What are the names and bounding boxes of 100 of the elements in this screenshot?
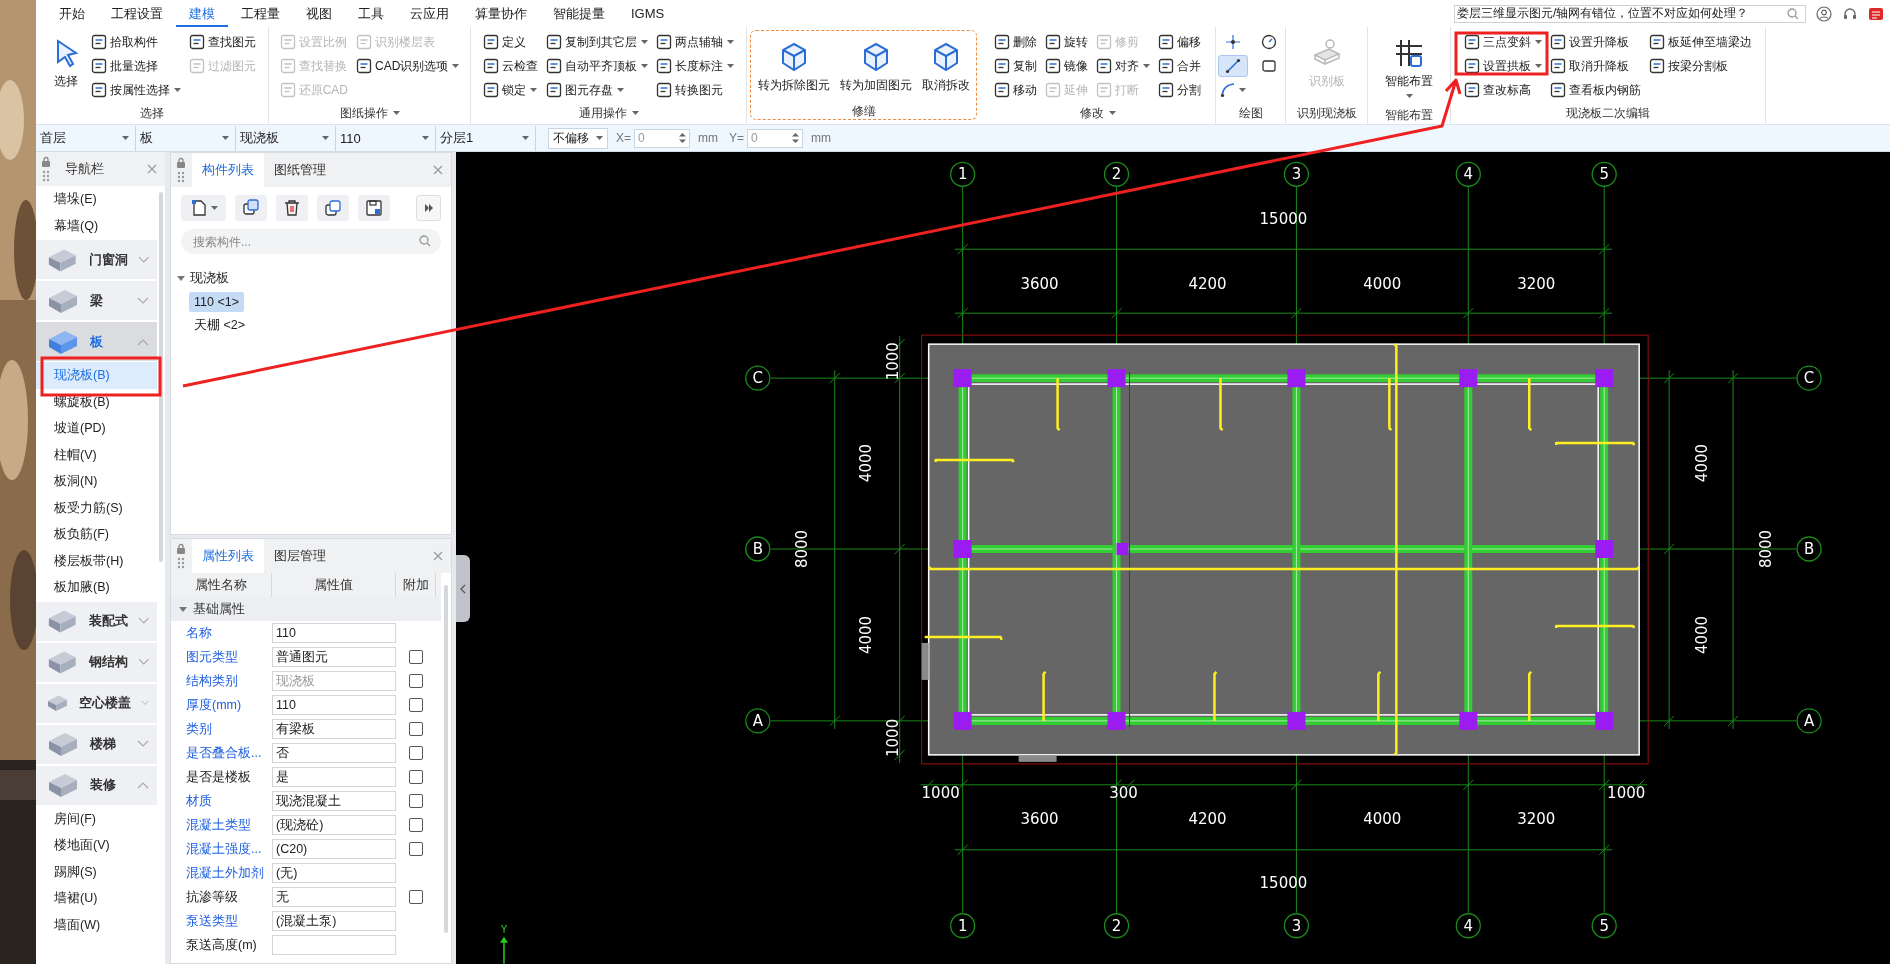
search-field[interactable]: 搜索构件... <box>181 229 441 254</box>
ribbon-button[interactable]: 两点辅轴 <box>655 31 735 53</box>
property-value[interactable]: (混凝土泵) <box>272 911 396 931</box>
dropdown[interactable]: 首层 <box>36 125 136 151</box>
property-value[interactable]: (无) <box>272 863 396 883</box>
nav-group[interactable]: 板 <box>36 322 157 361</box>
checkbox[interactable] <box>409 794 423 808</box>
menu-tab[interactable]: IGMS <box>618 0 678 27</box>
ribbon-button[interactable]: 设置升降板 <box>1549 31 1642 53</box>
ribbon-button[interactable]: 设置拱板 <box>1463 55 1543 77</box>
property-value[interactable]: 普通图元 <box>272 647 396 667</box>
nav-group[interactable]: 梁 <box>36 281 157 320</box>
nav-item[interactable]: 板受力筋(S) <box>36 494 157 521</box>
nav-item[interactable]: 板洞(N) <box>36 468 157 495</box>
panel-tab[interactable]: 图层管理 <box>264 539 336 573</box>
nav-group[interactable]: 装配式 <box>36 601 157 641</box>
nav-group[interactable]: 楼梯 <box>36 724 157 764</box>
ribbon-button[interactable]: 查看板内钢筋 <box>1549 79 1642 101</box>
ribbon-button[interactable]: 图元存盘 <box>545 79 649 101</box>
nav-group[interactable]: 空心楼盖 <box>36 683 157 723</box>
ribbon-button[interactable]: 移动 <box>993 79 1038 101</box>
ribbon-button[interactable]: 镜像 <box>1044 55 1089 77</box>
menu-tab[interactable]: 建模 <box>176 0 228 27</box>
ribbon-button[interactable]: 对齐 <box>1095 55 1151 77</box>
checkbox[interactable] <box>409 890 423 904</box>
scrollbar[interactable] <box>159 192 163 562</box>
nav-item[interactable]: 柱帽(V) <box>36 441 157 468</box>
checkbox[interactable] <box>409 722 423 736</box>
menu-tab[interactable]: 视图 <box>293 0 345 27</box>
nav-group[interactable]: 装修 <box>36 765 157 805</box>
checkbox[interactable] <box>409 818 423 832</box>
toolbar-button[interactable] <box>235 195 267 221</box>
ribbon-button[interactable]: 转为加固图元 <box>837 35 914 100</box>
property-value[interactable]: (C20) <box>272 839 396 859</box>
ribbon-button[interactable]: 按梁分割板 <box>1648 55 1753 77</box>
menu-tab[interactable]: 工程量 <box>228 0 293 27</box>
ribbon-button[interactable]: 取消升降板 <box>1549 55 1642 77</box>
ribbon-button[interactable]: 复制 <box>993 55 1038 77</box>
property-value[interactable]: 有梁板 <box>272 719 396 739</box>
nav-item[interactable]: 坡道(PD) <box>36 415 157 442</box>
nav-group[interactable]: 钢结构 <box>36 642 157 682</box>
tree-item[interactable]: 110 <1> <box>189 292 244 312</box>
ribbon-button[interactable]: 查找图元 <box>187 31 257 53</box>
nav-item[interactable]: 墙裙(U) <box>36 885 157 912</box>
menu-tab[interactable]: 工具 <box>345 0 397 27</box>
nav-item[interactable]: 板负筋(F) <box>36 521 157 548</box>
ribbon-button[interactable]: 旋转 <box>1044 31 1089 53</box>
dropdown[interactable]: 分层1 <box>436 125 536 151</box>
panel-tab[interactable]: 构件列表 <box>192 153 264 187</box>
ribbon-button[interactable]: 智能布置 <box>1383 31 1435 104</box>
nav-item[interactable]: 螺旋板(B) <box>36 388 157 415</box>
property-value[interactable]: 现浇混凝土 <box>272 791 396 811</box>
menu-tab[interactable]: 算量协作 <box>462 0 540 27</box>
dropdown[interactable]: 板 <box>136 125 236 151</box>
panel-tab[interactable]: 属性列表 <box>192 539 264 573</box>
ribbon-button[interactable]: 锁定 <box>482 79 539 101</box>
ribbon-button[interactable]: 偏移 <box>1157 31 1202 53</box>
checkbox[interactable] <box>409 770 423 784</box>
nav-item[interactable]: 房间(F) <box>36 805 157 832</box>
nav-item[interactable]: 楼层板带(H) <box>36 547 157 574</box>
ribbon-button[interactable]: 合并 <box>1157 55 1202 77</box>
toolbar-button[interactable] <box>317 195 349 221</box>
ribbon-button[interactable]: 云检查 <box>482 55 539 77</box>
property-value[interactable]: (现浇砼) <box>272 815 396 835</box>
ribbon-button[interactable]: 删除 <box>993 31 1038 53</box>
property-value[interactable]: 否 <box>272 743 396 763</box>
nav-item[interactable]: 楼地面(V) <box>36 832 157 859</box>
ribbon-button[interactable]: 按属性选择 <box>89 79 182 101</box>
ribbon-button[interactable]: CAD识别选项 <box>355 55 461 77</box>
dropdown[interactable]: 现浇板 <box>236 125 336 151</box>
ribbon-button[interactable]: 长度标注 <box>655 55 735 77</box>
collapse-handle[interactable] <box>456 555 470 622</box>
nav-item[interactable]: 现浇板(B) <box>36 362 157 389</box>
ribbon-button[interactable]: 转为拆除图元 <box>755 35 832 100</box>
toolbar-button[interactable] <box>276 195 308 221</box>
menu-tab[interactable]: 智能提量 <box>540 0 618 27</box>
menu-tab[interactable]: 工程设置 <box>98 0 176 27</box>
scrollbar[interactable] <box>444 585 448 933</box>
dropdown[interactable]: 110 <box>336 125 436 151</box>
nav-item[interactable]: 踢脚(S) <box>36 858 157 885</box>
ribbon-button[interactable]: 批量选择 <box>89 55 182 77</box>
ribbon-button[interactable]: 查改标高 <box>1463 79 1543 101</box>
checkbox[interactable] <box>409 698 423 712</box>
checkbox[interactable] <box>409 650 423 664</box>
ribbon-button[interactable]: 取消拆改 <box>919 35 972 100</box>
ribbon-button[interactable]: 选择 <box>47 31 84 96</box>
checkbox[interactable] <box>409 746 423 760</box>
ribbon-button[interactable]: 复制到其它层 <box>545 31 649 53</box>
dropdown[interactable]: 不偏移 <box>548 127 608 149</box>
tree-item[interactable]: 天棚 <2> <box>189 314 251 337</box>
ribbon-button[interactable]: 分割 <box>1157 79 1202 101</box>
search-field[interactable]: 娄层三维显示图元/轴网有错位，位置不对应如何处理？ <box>1454 4 1806 23</box>
menu-tab[interactable]: 云应用 <box>397 0 462 27</box>
ribbon-button[interactable]: 转换图元 <box>655 79 735 101</box>
ribbon-button[interactable]: 自动平齐顶板 <box>545 55 649 77</box>
toolbar-button[interactable] <box>181 195 226 221</box>
expand-button[interactable] <box>416 195 441 221</box>
ribbon-button[interactable]: 拾取构件 <box>89 31 182 53</box>
property-value[interactable]: 110 <box>272 623 396 643</box>
property-value[interactable]: 无 <box>272 887 396 907</box>
